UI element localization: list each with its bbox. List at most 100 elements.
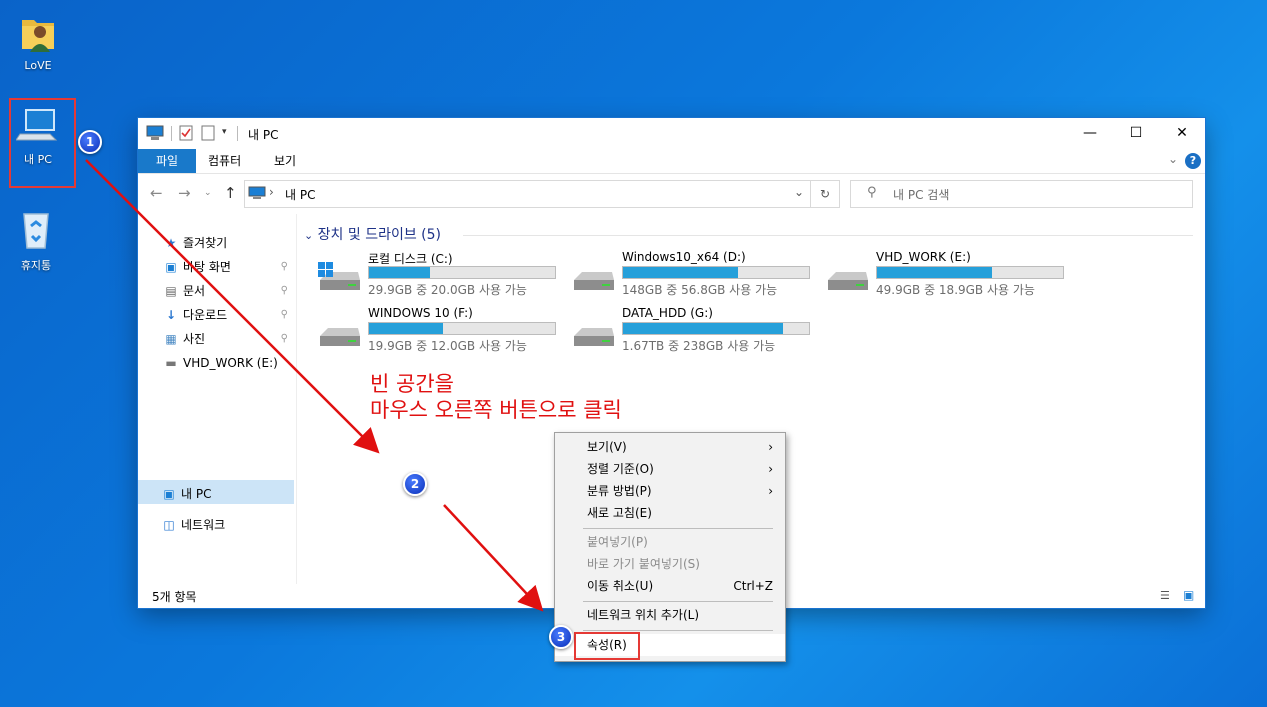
desktop-icon-love[interactable]: LoVE <box>8 12 68 72</box>
address-text[interactable]: 내 PC <box>285 186 315 203</box>
highlight-box-properties <box>574 632 640 660</box>
drive-icon: ▬ <box>165 356 177 370</box>
refresh-button[interactable]: ↻ <box>810 180 840 208</box>
menu-item-view[interactable]: 보기(V) › <box>555 436 785 458</box>
address-bar[interactable]: › 내 PC ⌄ <box>244 180 811 208</box>
menu-item-refresh[interactable]: 새로 고침(E) <box>555 502 785 524</box>
drive-tile[interactable]: 로컬 디스크 (C:) 29.9GB 중 20.0GB 사용 가능 <box>318 250 568 302</box>
qat-dropdown-icon[interactable]: ▾ <box>222 127 227 137</box>
pin-icon[interactable]: ⚲ <box>281 256 288 278</box>
search-input[interactable]: ⚲ 내 PC 검색 <box>850 180 1193 208</box>
nav-item-documents[interactable]: ▤ 문서 ⚲ <box>162 280 294 302</box>
menu-separator <box>583 630 773 631</box>
pin-icon[interactable]: ⚲ <box>281 328 288 350</box>
address-dropdown-icon[interactable]: ⌄ <box>794 185 804 199</box>
desktop-icon-recycle-bin[interactable]: 휴지통 <box>6 208 66 273</box>
drive-usage-fill <box>623 267 739 278</box>
search-placeholder: 내 PC 검색 <box>893 188 950 202</box>
tab-view[interactable]: 보기 <box>260 149 310 173</box>
desktop-icon-label: LoVE <box>24 59 52 72</box>
pin-icon[interactable]: ⚲ <box>281 304 288 326</box>
drive-usage-fill <box>369 323 444 334</box>
tiles-view-icon[interactable]: ▣ <box>1183 588 1194 602</box>
tab-computer[interactable]: 컴퓨터 <box>194 149 255 173</box>
step-badge-1: 1 <box>78 130 102 154</box>
ribbon-tabs: 파일 컴퓨터 보기 ⌄ ? <box>138 149 1205 174</box>
separator <box>237 126 238 141</box>
menu-item-undo-move[interactable]: 이동 취소(U) Ctrl+Z <box>555 575 785 597</box>
navigation-pane: ★ 즐겨찾기 ▣ 바탕 화면 ⚲ ▤ 문서 ⚲ ↓ 다운로드 ⚲ ▦ 사진 ⚲ ▬ VHD_… <box>138 214 297 584</box>
drive-name: VHD_WORK (E:) <box>876 250 971 264</box>
group-header-devices[interactable]: ⌄ 장치 및 드라이브 (5) <box>304 224 441 244</box>
drive-usage-fill <box>877 267 993 278</box>
minimize-button[interactable]: — <box>1067 118 1113 149</box>
recycle-bin-icon <box>23 213 49 249</box>
drive-usage-bar <box>876 266 1064 279</box>
star-icon: ★ <box>165 236 177 250</box>
details-view-icon[interactable]: ☰ <box>1160 589 1170 602</box>
nav-item-label: 바탕 화면 <box>183 260 231 274</box>
ribbon-expand-icon[interactable]: ⌄ <box>1168 152 1178 166</box>
drive-size: 19.9GB 중 12.0GB 사용 가능 <box>368 339 527 353</box>
new-folder-icon[interactable] <box>201 125 215 141</box>
nav-item-desktop[interactable]: ▣ 바탕 화면 ⚲ <box>162 256 294 278</box>
user-folder-icon <box>22 20 54 52</box>
properties-icon[interactable] <box>179 125 193 141</box>
nav-item-quick-access[interactable]: ★ 즐겨찾기 <box>162 232 228 254</box>
maximize-button[interactable]: ☐ <box>1113 118 1159 149</box>
menu-item-paste: 붙여넣기(P) <box>587 535 648 549</box>
shortcut-label: Ctrl+Z <box>733 579 773 593</box>
nav-item-downloads[interactable]: ↓ 다운로드 ⚲ <box>162 304 294 326</box>
nav-item-label: 내 PC <box>181 487 212 501</box>
menu-item-sort-by[interactable]: 정렬 기준(O) › <box>555 458 785 480</box>
back-arrow-icon[interactable]: ← <box>150 184 163 202</box>
nav-item-network[interactable]: ◫ 네트워크 <box>160 514 225 536</box>
desktop-icon: ▣ <box>165 260 177 274</box>
title-bar: ▾ 내 PC — ☐ ✕ <box>138 118 1205 149</box>
menu-item-group-by[interactable]: 분류 방법(P) › <box>555 480 785 502</box>
tab-file[interactable]: 파일 <box>138 149 196 173</box>
step-badge-2: 2 <box>403 472 427 496</box>
breadcrumb-separator-icon[interactable]: › <box>269 185 274 199</box>
pictures-icon: ▦ <box>165 332 177 346</box>
nav-item-this-pc[interactable]: ▣ 내 PC <box>160 483 211 505</box>
help-icon[interactable]: ? <box>1185 153 1201 169</box>
close-button[interactable]: ✕ <box>1159 118 1205 149</box>
download-arrow-icon: ↓ <box>165 308 177 322</box>
drive-name: WINDOWS 10 (F:) <box>368 306 473 320</box>
menu-item-paste-shortcut: 바로 가기 붙여넣기(S) <box>587 557 700 571</box>
annotation-text: 빈 공간을 마우스 오른쪽 버튼으로 클릭 <box>370 371 622 423</box>
forward-arrow-icon[interactable]: → <box>178 184 191 202</box>
drive-tile[interactable]: DATA_HDD (G:) 1.67TB 중 238GB 사용 가능 <box>572 306 822 358</box>
drive-tile[interactable]: Windows10_x64 (D:) 148GB 중 56.8GB 사용 가능 <box>572 250 822 302</box>
group-title: 장치 및 드라이브 (5) <box>317 227 442 243</box>
menu-separator <box>583 528 773 529</box>
pin-icon[interactable]: ⚲ <box>281 280 288 302</box>
menu-separator <box>583 601 773 602</box>
drive-icon <box>828 272 868 290</box>
chevron-down-icon: ⌄ <box>304 229 314 242</box>
drive-usage-fill <box>623 323 783 334</box>
drive-usage-bar <box>368 266 556 279</box>
drive-icon <box>320 328 360 346</box>
drive-usage-bar <box>368 322 556 335</box>
nav-item-pictures[interactable]: ▦ 사진 ⚲ <box>162 328 294 350</box>
group-divider <box>463 235 1193 236</box>
drive-tile[interactable]: VHD_WORK (E:) 49.9GB 중 18.9GB 사용 가능 <box>826 250 1076 302</box>
drive-usage-bar <box>622 266 810 279</box>
nav-item-label: 네트워크 <box>181 518 226 532</box>
annotation-line-1: 빈 공간을 <box>370 372 454 396</box>
drive-name: DATA_HDD (G:) <box>622 306 713 320</box>
context-menu: 보기(V) › 정렬 기준(O) › 분류 방법(P) › 새로 고침(E) 붙여넣기… <box>554 432 786 662</box>
drive-tile[interactable]: WINDOWS 10 (F:) 19.9GB 중 12.0GB 사용 가능 <box>318 306 568 358</box>
nav-item-vhd-work[interactable]: ▬ VHD_WORK (E:) <box>162 352 277 374</box>
drive-size: 49.9GB 중 18.9GB 사용 가능 <box>876 283 1035 297</box>
recent-dropdown-icon[interactable]: ⌄ <box>204 188 212 198</box>
menu-item-add-network-location[interactable]: 네트워크 위치 추가(L) <box>555 604 785 626</box>
drive-name: 로컬 디스크 (C:) <box>368 252 453 266</box>
annotation-line-2: 마우스 오른쪽 버튼으로 클릭 <box>370 398 622 422</box>
up-arrow-icon[interactable]: ↑ <box>224 184 237 202</box>
network-icon: ◫ <box>163 518 175 532</box>
drive-usage-bar <box>622 322 810 335</box>
item-count: 5개 항목 <box>152 590 197 604</box>
